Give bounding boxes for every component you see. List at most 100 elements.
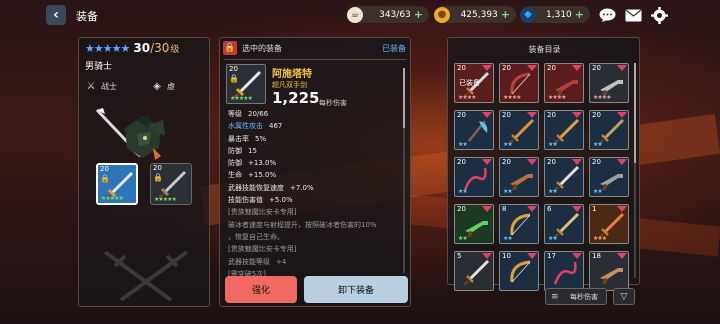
stat-name: 暴击率 [228,134,249,143]
gold-counter[interactable]: ● 425,393 + [434,6,516,23]
hero-level-max: /30 [150,41,170,55]
sort-button[interactable]: ≡ 每秒伤害 [545,288,607,305]
selected-header: 🔒 选中的装备 已装备 [220,38,410,58]
item-level: 20 [457,64,466,72]
inventory-item[interactable]: 20 ★★ [544,157,584,197]
inventory-item[interactable]: 8 ★★ [499,204,539,244]
stat-row: 防御 15 [228,145,403,157]
item-level: 20 [457,158,466,166]
stat-name: ，恢复自己生命。 [228,232,284,241]
inventory-item[interactable]: 20 已装备 ★★★★ [454,63,494,103]
scroll-thumb[interactable] [634,63,636,163]
void-element-icon: ◈ [153,80,161,92]
add-gold-button[interactable]: + [501,8,516,21]
item-stars: ★★★★ [503,94,521,101]
lock-toggle-button[interactable]: 🔒 [223,41,237,55]
rarity-corner-icon [617,159,627,165]
item-level: 20 [592,158,601,166]
inventory-item[interactable]: 20 ★★ [544,110,584,150]
gem-counter[interactable]: ◆ 1,310 + [520,6,590,23]
item-stars: ★★ [548,141,558,148]
stat-row: 生命 +15.0% [228,169,403,181]
inventory-item[interactable]: 20 ★★ [499,110,539,150]
add-stamina-button[interactable]: + [414,8,429,21]
chat-icon[interactable] [598,6,616,24]
item-stars: ★★ [458,235,468,242]
stat-row: 破冰者速度与射程提升，按照破冰者伤害的10% [228,219,403,231]
element-label: 虚 [167,81,175,91]
inventory-item[interactable]: 5 [454,251,494,291]
class-tag: ⚔ 战士 [85,80,117,92]
upgrade-button[interactable]: 强化 [225,276,297,303]
inventory-item[interactable]: 20 ★★★★ [589,63,629,103]
rarity-corner-icon [617,206,627,212]
crossed-swords-decoration-icon [103,250,189,302]
item-name: 阿施塔特 [272,69,312,80]
class-label: 战士 [101,81,117,91]
stamina-value: 343/63 [379,9,411,20]
item-level: 20 [592,111,601,119]
inventory-scrollbar[interactable] [634,63,636,278]
item-level: 20 [502,158,511,166]
item-stars: ★★ [458,188,468,195]
scroll-thumb[interactable] [403,68,405,128]
inventory-item[interactable]: 20 ★★ [454,110,494,150]
item-level: 10 [502,252,511,260]
back-button[interactable]: ‹ [46,5,66,25]
stat-name: [贵族魅魔比安卡专用] [228,245,297,254]
rarity-corner-icon [527,65,537,71]
item-level: 17 [547,252,556,260]
stat-row: 防御 +13.0% [228,157,403,169]
rarity-corner-icon [617,253,627,259]
inventory-item[interactable]: 1 ★★★ [589,204,629,244]
gear-icon[interactable] [650,6,668,24]
item-dps: 1,225 [272,89,320,107]
inventory-item[interactable]: 20 ★★ [499,157,539,197]
weapon-stars: ★★★★★ [101,195,124,202]
stat-value: 5% [255,134,267,143]
mail-icon[interactable] [624,6,642,24]
item-stars: ★★★★★ [230,95,253,102]
selected-label: 选中的装备 [242,44,282,53]
unequip-button[interactable]: 卸下装备 [304,276,408,303]
inventory-item[interactable]: 6 ★★ [544,204,584,244]
inventory-item[interactable]: 20 ★★ [454,204,494,244]
weapon-slot-secondary[interactable]: 20 🔒 ★★★★★ [150,163,192,205]
stat-row: [贵族魅魔比安卡专用] [228,206,403,218]
inventory-item[interactable]: 10 [499,251,539,291]
filter-button[interactable]: ▽ [613,288,635,305]
add-gem-button[interactable]: + [575,8,590,21]
element-tag: ◈ 虚 [151,80,175,92]
inventory-item[interactable]: 17 [544,251,584,291]
gun-icon [600,268,623,284]
filter-icon: ▽ [620,291,628,302]
weapon-stars: ★★★★★ [154,196,177,203]
rarity-corner-icon [527,159,537,165]
stat-name: 武器技能等级 [228,257,270,266]
rarity-corner-icon [527,206,537,212]
item-dps-unit: 每秒伤害 [319,99,347,107]
rarity-corner-icon [617,112,627,118]
item-stars: ★★★★ [458,94,476,101]
stat-row: 暴击率 5% [228,133,403,145]
stamina-counter[interactable]: ☕ 343/63 + [347,6,429,23]
gem-icon: ◆ [520,6,536,23]
stat-row: [贵族魅魔比安卡专用] [228,243,403,255]
item-level: 20 [592,64,601,72]
top-bar: ‹ 装备 ☕ 343/63 + ● 425,393 + ◆ 1,310 + [0,0,720,30]
stat-name: 防御 [228,159,242,168]
star-icon: ★ [120,41,131,55]
inventory-item[interactable]: 20 ★★★★ [499,63,539,103]
rarity-corner-icon [482,65,492,71]
inventory-item[interactable]: 20 ★★ [454,157,494,197]
inventory-item[interactable]: 20 ★★ [589,110,629,150]
inventory-item[interactable]: 20 ★★★★ [544,63,584,103]
stats-scrollbar[interactable] [403,68,405,273]
sword-icon [463,259,490,286]
hero-level: 30 [133,41,151,55]
inventory-item[interactable]: 18 [589,251,629,291]
inventory-item[interactable]: 20 ★★ [589,157,629,197]
crossed-swords-icon: ⚔ [86,80,96,92]
weapon-slot-primary[interactable]: 20 🔒 ★★★★★ [96,163,138,205]
item-stats-list: 等级 20/66 水属性攻击 467 暴击率 5% 防御 15 防御 +13.0% 生命 +15.0%… [228,108,403,280]
